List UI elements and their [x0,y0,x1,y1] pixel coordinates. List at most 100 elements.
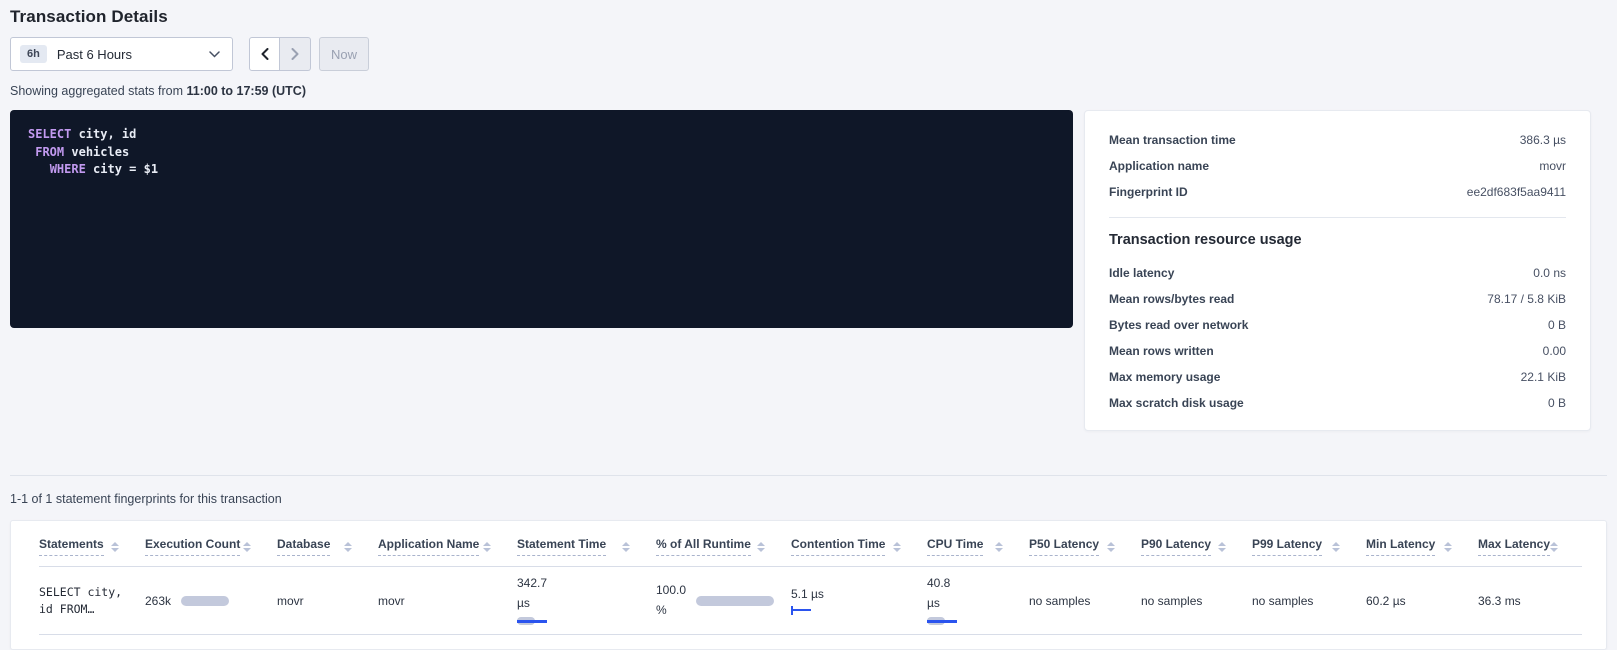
summary-row: Mean transaction time 386.3 µs [1109,127,1566,153]
cpu-time-unit: µs [927,596,959,611]
aggregation-note-range: 11:00 to 17:59 (UTC) [187,84,306,98]
column-header-p99-latency[interactable]: P99 Latency [1252,537,1366,556]
summary-row: Fingerprint ID ee2df683f5aa9411 [1109,179,1566,205]
column-header-execution-count[interactable]: Execution Count [145,537,277,556]
cell-runtime: 100.0 % [656,567,791,634]
previous-interval-button[interactable] [249,37,280,71]
resource-value: 22.1 KiB [1521,370,1566,384]
sort-icon[interactable] [243,542,251,552]
sort-icon[interactable] [111,542,119,552]
time-controls: 6h Past 6 Hours Now [10,37,1607,71]
resource-label: Mean rows written [1109,344,1214,358]
time-nav-group [249,37,311,71]
column-header-contention-time[interactable]: Contention Time [791,537,927,556]
next-interval-button[interactable] [280,37,311,71]
column-header-statement-time[interactable]: Statement Time [517,537,656,556]
cell-database: movr [277,567,378,634]
fingerprint-count-text: 1-1 of 1 statement fingerprints for this… [10,492,1607,506]
time-range-badge: 6h [20,45,47,63]
execution-count-value: 263k [145,594,171,608]
transaction-summary-card: Mean transaction time 386.3 µs Applicati… [1084,110,1591,431]
sort-icon[interactable] [1332,542,1340,552]
summary-label: Fingerprint ID [1109,185,1188,199]
column-header-p90-latency[interactable]: P90 Latency [1141,537,1252,556]
cell-p90-latency: no samples [1141,567,1252,634]
aggregation-note-prefix: Showing aggregated stats from [10,84,187,98]
sql-code: SELECT city, id FROM vehicles WHERE city… [28,126,1055,179]
resource-value: 0 B [1548,318,1566,332]
cell-application-name: movr [378,567,517,634]
resource-label: Mean rows/bytes read [1109,292,1234,306]
cell-p99-latency: no samples [1252,567,1366,634]
column-header-max-latency[interactable]: Max Latency [1478,537,1584,556]
cell-execution-count: 263k [145,567,277,634]
sort-icon[interactable] [1444,542,1452,552]
statement-time-unit: µs [517,596,549,611]
contention-time-value: 5.1 µs [791,587,824,601]
column-header-cpu-time[interactable]: CPU Time [927,537,1029,556]
page-title: Transaction Details [10,7,1607,27]
column-header-min-latency[interactable]: Min Latency [1366,537,1478,556]
summary-value: 386.3 µs [1520,133,1566,147]
summary-label: Mean transaction time [1109,133,1236,147]
cell-cpu-time: 40.8 µs [927,567,1029,634]
resource-row: Bytes read over network 0 B [1109,312,1566,338]
cell-max-latency: 36.3 ms [1478,567,1582,634]
resource-label: Idle latency [1109,266,1174,280]
chevron-down-icon [209,51,220,58]
sort-icon[interactable] [1550,542,1558,552]
column-header-statements[interactable]: Statements [39,537,145,556]
statement-time-bar [517,617,549,625]
runtime-value: 100.0 [656,583,686,598]
cpu-time-value: 40.8 [927,576,959,591]
chevron-right-icon [291,48,299,60]
sort-icon[interactable] [995,542,1003,552]
summary-row: Application name movr [1109,153,1566,179]
statement-time-value: 342.7 [517,576,549,591]
resource-row: Max scratch disk usage 0 B [1109,390,1566,416]
statements-table: Statements Execution Count Database Appl… [10,520,1607,650]
resource-row: Max memory usage 22.1 KiB [1109,364,1566,390]
summary-label: Application name [1109,159,1209,173]
column-header-p50-latency[interactable]: P50 Latency [1029,537,1141,556]
transaction-details-page: Transaction Details 6h Past 6 Hours Now … [0,0,1617,650]
runtime-unit: % [656,603,686,618]
chevron-left-icon [261,48,269,60]
resource-row: Idle latency 0.0 ns [1109,260,1566,286]
column-header-runtime[interactable]: % of All Runtime [656,537,791,556]
column-header-application-name[interactable]: Application Name [378,537,517,556]
summary-value: movr [1539,159,1566,173]
cell-statement-time: 342.7 µs [517,567,656,634]
summary-value: ee2df683f5aa9411 [1467,185,1566,199]
sort-icon[interactable] [483,542,491,552]
time-range-dropdown[interactable]: 6h Past 6 Hours [10,37,233,71]
cell-statement[interactable]: SELECT city,id FROM… [39,567,145,634]
sort-icon[interactable] [344,542,352,552]
cell-p50-latency: no samples [1029,567,1141,634]
table-row: SELECT city,id FROM… 263k movr movr 342.… [39,567,1582,635]
sql-statement-box: SELECT city, id FROM vehicles WHERE city… [10,110,1073,328]
column-header-database[interactable]: Database [277,537,378,556]
now-button[interactable]: Now [319,37,369,71]
sort-icon[interactable] [893,542,901,552]
table-header-row: Statements Execution Count Database Appl… [39,521,1582,567]
aggregation-note: Showing aggregated stats from 11:00 to 1… [10,84,1607,98]
main-area: SELECT city, id FROM vehicles WHERE city… [10,110,1607,431]
section-divider [10,475,1607,476]
resource-usage-title: Transaction resource usage [1109,232,1566,248]
summary-divider [1109,217,1566,218]
sort-icon[interactable] [1218,542,1226,552]
cell-min-latency: 60.2 µs [1366,567,1478,634]
cpu-time-bar [927,617,959,625]
resource-label: Bytes read over network [1109,318,1248,332]
sort-icon[interactable] [1107,542,1115,552]
statement-link[interactable]: SELECT city,id FROM… [39,584,122,618]
resource-label: Max memory usage [1109,370,1220,384]
contention-time-bar [791,606,811,615]
cell-contention-time: 5.1 µs [791,567,927,634]
runtime-bar [696,596,774,606]
resource-value: 0 B [1548,396,1566,410]
sort-icon[interactable] [622,542,630,552]
execution-count-bar [181,596,229,606]
sort-icon[interactable] [757,542,765,552]
